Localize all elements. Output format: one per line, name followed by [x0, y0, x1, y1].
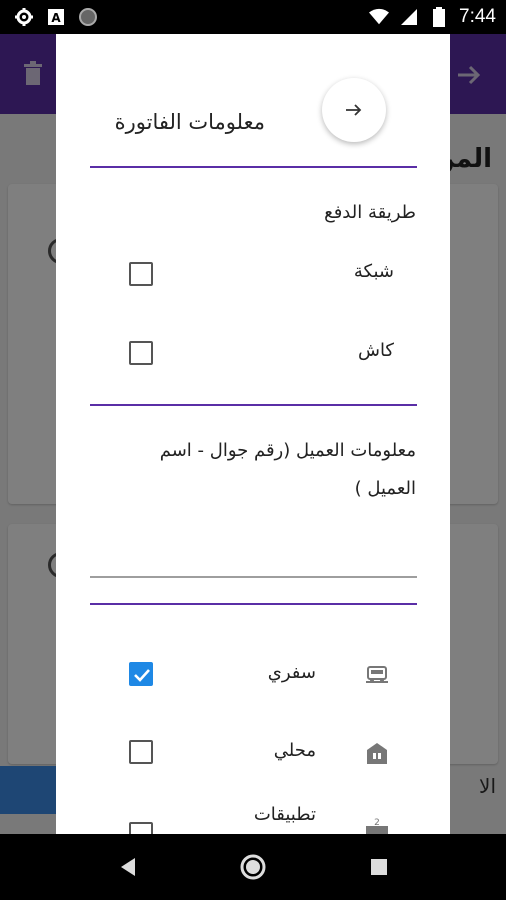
- recents-square-icon[interactable]: [364, 852, 394, 882]
- back-triangle-icon[interactable]: [112, 852, 142, 882]
- payment-method-label: طريقة الدفع: [324, 202, 416, 223]
- divider: [90, 603, 417, 605]
- back-button[interactable]: [322, 78, 386, 142]
- wifi-icon: [369, 7, 390, 27]
- home-circle-icon[interactable]: [238, 852, 268, 882]
- gear-icon: [14, 7, 34, 27]
- order-type-dine-in-checkbox[interactable]: [129, 740, 153, 764]
- payment-network-checkbox[interactable]: [129, 262, 153, 286]
- divider: [90, 166, 417, 168]
- circle-icon: [78, 7, 98, 27]
- payment-option-network-label: شبكة: [353, 261, 394, 282]
- svg-text:2: 2: [374, 818, 380, 828]
- status-bar: A 7:44: [0, 0, 506, 34]
- status-time: 7:44: [459, 6, 496, 27]
- order-type-dine-in-label: محلي: [273, 740, 316, 761]
- order-type-takeaway-label: سفري: [267, 662, 316, 683]
- order-type-takeaway-checkbox[interactable]: [129, 662, 153, 686]
- battery-icon: [429, 7, 449, 27]
- order-type-apps-label: تطبيقات: [253, 804, 316, 825]
- payment-cash-checkbox[interactable]: [129, 341, 153, 365]
- check-icon: [134, 669, 150, 682]
- divider: [90, 404, 417, 406]
- arrow-right-icon: [346, 104, 362, 116]
- signal-icon: [399, 7, 419, 27]
- car-icon: [366, 666, 388, 683]
- customer-info-input[interactable]: [90, 576, 417, 578]
- store-icon: [367, 743, 387, 764]
- dialog-title: معلومات الفاتورة: [114, 110, 265, 134]
- order-type-apps-checkbox[interactable]: [129, 822, 153, 834]
- navigation-bar: [0, 834, 506, 900]
- delivery-icon: 2: [366, 818, 388, 834]
- payment-option-cash-label: كاش: [357, 340, 394, 361]
- a-badge-icon: A: [46, 7, 66, 27]
- svg-text:A: A: [51, 11, 61, 25]
- customer-info-label: معلومات العميل (رقم جوال - اسم العميل ): [159, 440, 416, 499]
- invoice-info-dialog: معلومات الفاتورة طريقة الدفع شبكة كاش مع…: [56, 34, 450, 834]
